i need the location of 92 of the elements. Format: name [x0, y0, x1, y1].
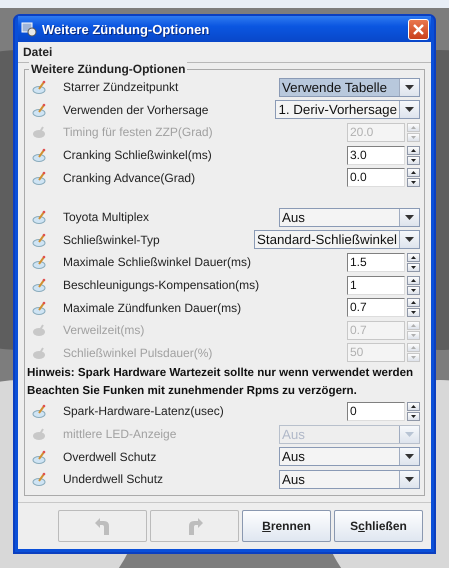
spin-down-button[interactable]	[407, 262, 420, 272]
hint-text: Beachten Sie Funken mit zunehmender Rpms zu verzögern.	[27, 383, 358, 400]
dropdown[interactable]: Standard-Schließwinkel	[254, 230, 420, 250]
pencil-icon	[32, 210, 46, 224]
action-button[interactable]: Schließen	[334, 510, 423, 542]
pencil-icon	[32, 170, 46, 185]
close-button[interactable]	[408, 18, 429, 40]
field-label: Maximale Schließwinkel Dauer(ms)	[63, 255, 252, 270]
field-label: Cranking Schließwinkel(ms)	[63, 148, 213, 162]
dropdown[interactable]: Aus	[279, 208, 420, 227]
pencil-icon	[32, 404, 46, 418]
down-arrow-icon	[411, 414, 416, 418]
group-title: Weitere Zündung-Optionen	[29, 62, 188, 76]
app-icon	[21, 21, 37, 37]
pencil-icon	[32, 450, 46, 464]
spin-up-button[interactable]	[407, 276, 420, 285]
up-arrow-icon	[411, 126, 416, 129]
number-field[interactable]: 1	[347, 276, 405, 295]
up-arrow-icon	[411, 256, 416, 259]
field-label: Maximale Zündfunken Dauer(ms)	[63, 300, 242, 315]
hint-text: Hinweis: Spark Hardware Wartezeit sollte nur wenn verwendet werden	[27, 365, 414, 382]
field-label: Timing für festen ZZP(Grad)	[63, 125, 214, 140]
down-arrow-icon	[411, 311, 416, 314]
up-arrow-icon	[411, 301, 416, 304]
spin-up-button[interactable]	[407, 252, 420, 262]
field-label: Starrer Zündzeitpunkt	[63, 80, 180, 94]
close-icon	[413, 24, 424, 34]
up-arrow-icon	[411, 346, 416, 350]
field-label: Schließwinkel-Typ	[63, 232, 161, 247]
down-arrow-icon	[411, 334, 416, 337]
down-arrow-icon	[411, 158, 416, 162]
pencil-icon	[32, 80, 46, 94]
menu-item[interactable]: Datei	[23, 45, 52, 59]
caret-icon	[405, 454, 414, 460]
field-label: Overdwell Schutz	[63, 450, 158, 464]
number-field[interactable]: 3.0	[347, 146, 405, 165]
disabled-pencil-icon	[32, 346, 46, 360]
up-arrow-icon	[411, 148, 416, 152]
down-arrow-icon	[411, 136, 416, 139]
field-label: Verweilzeit(ms)	[63, 323, 146, 338]
pencil-icon	[32, 300, 46, 315]
spin-up-button[interactable]	[407, 146, 420, 155]
field-label: Cranking Advance(Grad)	[63, 170, 196, 185]
undo-icon	[94, 516, 112, 536]
spin-up-button[interactable]	[407, 298, 420, 308]
field-label: Spark-Hardware-Latenz(usec)	[63, 404, 225, 418]
number-field[interactable]: 0	[347, 402, 405, 421]
pencil-icon	[32, 102, 46, 117]
up-arrow-icon	[411, 278, 416, 282]
pencil-icon	[32, 148, 46, 162]
dropdown[interactable]: Verwende Tabelle	[279, 78, 420, 97]
caret-icon	[405, 214, 414, 220]
field-label: Beschleunigungs-Kompensation(ms)	[63, 278, 260, 292]
number-field[interactable]: 0.7	[347, 298, 405, 318]
number-field[interactable]: 1.5	[347, 252, 405, 272]
field-label: Toyota Multiplex	[63, 210, 150, 224]
disabled-pencil-icon	[32, 427, 46, 442]
dropdown[interactable]: 1. Deriv-Vorhersage	[275, 100, 420, 120]
spin-down-button[interactable]	[407, 412, 420, 421]
field-label: mittlere LED-Anzeige	[63, 427, 178, 442]
field-label: Underdwell Schutz	[63, 472, 164, 486]
spin-down-button[interactable]	[407, 286, 420, 295]
pencil-icon	[32, 278, 46, 292]
down-arrow-icon	[411, 266, 416, 269]
spin-up-button[interactable]	[407, 168, 420, 178]
caret-icon	[405, 476, 414, 482]
field-label: Verwenden der Vorhersage	[63, 102, 210, 117]
down-arrow-icon	[411, 181, 416, 184]
up-arrow-icon	[411, 324, 416, 327]
number-field[interactable]: 0.0	[347, 168, 405, 188]
field-label: Schließwinkel Pulsdauer(%)	[63, 346, 214, 360]
caret-icon	[405, 107, 414, 112]
down-arrow-icon	[411, 288, 416, 292]
up-arrow-icon	[411, 171, 416, 174]
action-button[interactable]: Brennen	[242, 510, 331, 542]
down-arrow-icon	[411, 356, 416, 360]
caret-icon	[405, 432, 414, 437]
dropdown[interactable]: Aus	[279, 447, 420, 466]
spin-up-button[interactable]	[407, 402, 420, 411]
caret-icon	[405, 84, 414, 90]
dropdown[interactable]: Aus	[279, 470, 420, 489]
spin-down-button[interactable]	[407, 156, 420, 165]
disabled-pencil-icon	[32, 323, 46, 338]
pencil-icon	[32, 255, 46, 270]
window-title: Weitere Zündung-Optionen	[42, 22, 210, 36]
pencil-icon	[32, 472, 46, 486]
spin-down-button[interactable]	[407, 178, 420, 188]
up-arrow-icon	[411, 404, 416, 408]
caret-icon	[405, 237, 414, 242]
spin-down-button[interactable]	[407, 308, 420, 318]
disabled-pencil-icon	[32, 125, 46, 140]
pencil-icon	[32, 232, 46, 247]
